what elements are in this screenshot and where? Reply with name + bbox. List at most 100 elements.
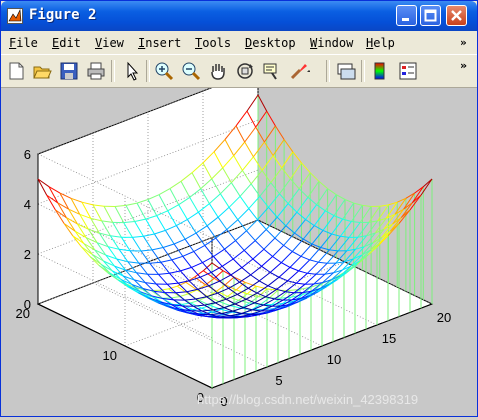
toolbar-separator: [111, 60, 115, 82]
colorbar-icon[interactable]: [369, 60, 391, 82]
toolbar-separator: [326, 60, 330, 82]
y-tick-label: 10: [103, 348, 117, 363]
maximize-button[interactable]: [420, 5, 441, 26]
mesh-line: [273, 156, 282, 168]
mesh-line: [262, 156, 273, 171]
window-title: Figure 2: [29, 7, 96, 23]
mesh-line: [280, 179, 291, 194]
mesh-line: [343, 219, 352, 221]
menu-item-file[interactable]: File: [9, 36, 38, 50]
menu-item-help[interactable]: Help: [366, 36, 395, 50]
figure-window: Figure 2 » File Edit View Insert Tools Deskto…: [0, 0, 478, 417]
mesh-line: [360, 207, 371, 223]
mesh-line: [273, 140, 284, 156]
z-tick-label: 6: [24, 147, 31, 162]
mesh-line: [312, 230, 323, 244]
mesh-line: [379, 236, 388, 244]
mesh-line: [351, 222, 360, 223]
title-bar[interactable]: Figure 2: [1, 1, 477, 31]
print-icon[interactable]: [85, 60, 107, 82]
surface-plot: 05101520010200246 https://blog.csdn.net/…: [1, 88, 477, 416]
mesh-line: [264, 142, 273, 156]
mesh-line: [325, 195, 336, 211]
mesh-line: [345, 200, 354, 204]
menu-item-edit[interactable]: Edit: [52, 36, 81, 50]
figure-canvas[interactable]: 05101520010200246 https://blog.csdn.net/…: [1, 88, 477, 416]
mesh-line: [308, 197, 317, 204]
mesh-line: [332, 219, 343, 234]
toolbar-overflow-chevron-icon[interactable]: »: [460, 59, 467, 72]
zoom-out-icon[interactable]: [180, 60, 202, 82]
mesh-line: [336, 195, 345, 200]
menu-item-insert[interactable]: Insert: [138, 36, 181, 50]
mesh-line: [291, 179, 300, 189]
mesh-line: [291, 163, 302, 179]
mesh-line: [293, 152, 302, 163]
rotate-3d-icon[interactable]: [234, 60, 256, 82]
brush-icon[interactable]: [288, 60, 310, 82]
menu-bar: » File Edit View Insert Tools Desktop Window He…: [1, 32, 477, 54]
mesh-line: [415, 187, 424, 193]
mesh-line: [258, 95, 267, 111]
data-cursor-icon[interactable]: [261, 60, 283, 82]
mesh-line: [334, 200, 345, 216]
mesh-line: [302, 163, 311, 173]
mesh-line: [284, 140, 293, 152]
mesh-line: [303, 226, 314, 240]
menu-label: nsert: [145, 36, 181, 50]
minimize-button[interactable]: [396, 5, 417, 26]
pan-hand-icon[interactable]: [207, 60, 229, 82]
mesh-line: [328, 189, 337, 195]
figure-toolbar: »: [1, 54, 477, 88]
mesh-line: [310, 173, 319, 182]
mesh-line: [354, 203, 363, 205]
mesh-line: [264, 126, 275, 142]
mesh-line: [295, 220, 306, 234]
open-file-icon[interactable]: [31, 60, 53, 82]
link-plot-icon[interactable]: [335, 60, 357, 82]
mesh-line: [277, 204, 288, 218]
toolbar-separator: [146, 60, 150, 82]
mesh-line: [271, 168, 282, 183]
mesh-line: [351, 205, 362, 221]
zoom-in-icon[interactable]: [153, 60, 175, 82]
mesh-line: [338, 237, 349, 251]
mesh-line: [343, 203, 354, 219]
edit-plot-arrow-icon[interactable]: [121, 60, 143, 82]
menu-label: iew: [102, 36, 124, 50]
x-tick-label: 5: [275, 373, 282, 388]
menu-overflow-chevron-icon[interactable]: »: [460, 36, 467, 49]
mesh-line: [317, 205, 326, 211]
menu-item-window[interactable]: Window: [310, 36, 353, 50]
new-figure-icon[interactable]: [5, 60, 27, 82]
mesh-line: [260, 183, 271, 197]
mesh-line: [297, 197, 308, 212]
x-tick-label: 15: [382, 331, 396, 346]
menu-label: dit: [59, 36, 81, 50]
mesh-line: [286, 212, 297, 226]
mesh-line: [299, 173, 310, 189]
mesh-line: [267, 111, 276, 126]
mesh-line: [308, 181, 319, 197]
menu-item-desktop[interactable]: Desktop: [245, 36, 296, 50]
menu-item-tools[interactable]: Tools: [195, 36, 231, 50]
close-button[interactable]: [446, 5, 467, 26]
mesh-line: [340, 222, 351, 237]
mesh-line: [317, 189, 328, 205]
mesh-line: [282, 168, 291, 179]
mesh-line: [362, 205, 371, 206]
menu-label: indow: [317, 36, 353, 50]
legend-icon[interactable]: [397, 60, 419, 82]
mesh-line: [269, 194, 280, 208]
z-tick-label: 0: [24, 297, 31, 312]
menu-label: ile: [16, 36, 38, 50]
mesh-line: [306, 205, 317, 220]
mesh-line: [349, 223, 360, 238]
save-icon[interactable]: [58, 60, 80, 82]
toolbar-separator: [361, 60, 365, 82]
z-tick-label: 4: [24, 197, 31, 212]
mesh-line: [334, 216, 343, 220]
mesh-line: [314, 211, 325, 226]
menu-item-view[interactable]: View: [95, 36, 124, 50]
mesh-line: [325, 211, 334, 216]
